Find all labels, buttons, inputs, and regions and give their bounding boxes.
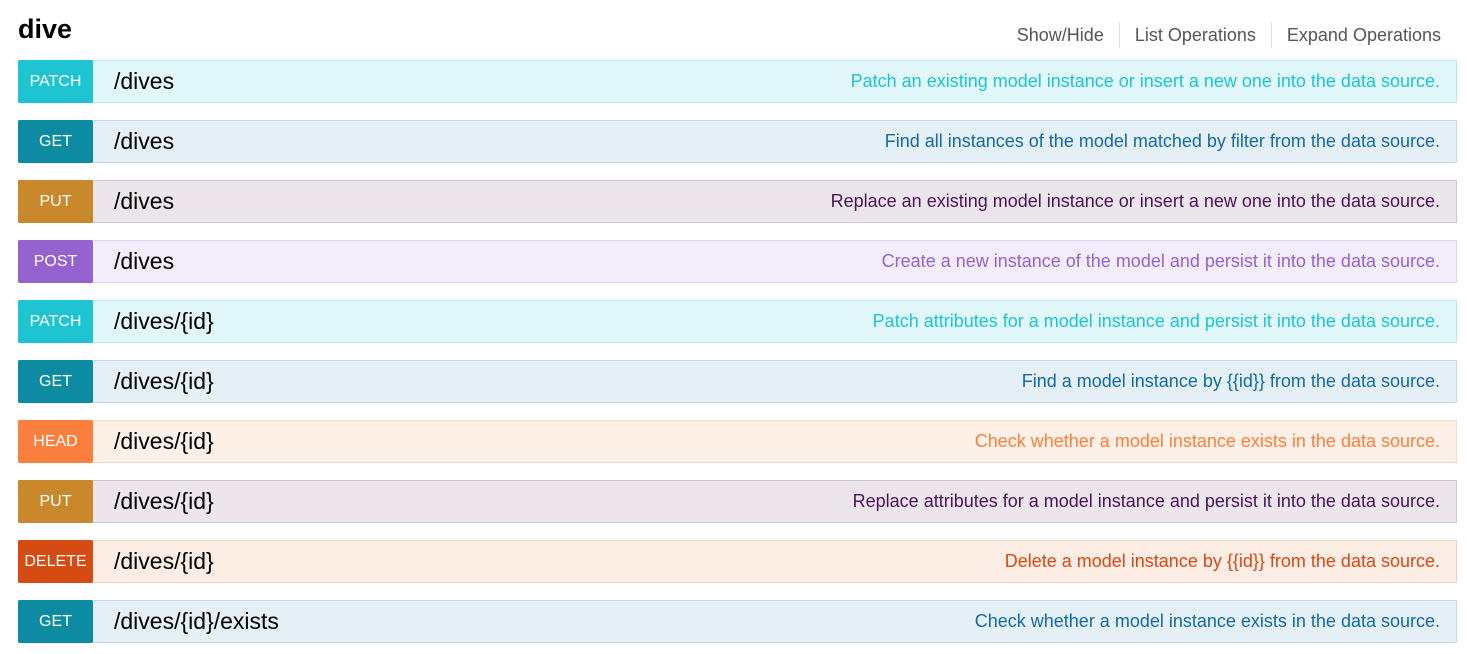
- resource-actions: Show/Hide List Operations Expand Operati…: [1002, 22, 1441, 48]
- operation-summary[interactable]: Find all instances of the model matched …: [885, 121, 1440, 162]
- method-badge-get[interactable]: GET: [18, 360, 93, 403]
- resource-section: dive Show/Hide List Operations Expand Op…: [0, 0, 1467, 654]
- operation-summary[interactable]: Check whether a model instance exists in…: [975, 601, 1440, 642]
- method-badge-patch[interactable]: PATCH: [18, 60, 93, 103]
- method-badge-patch[interactable]: PATCH: [18, 300, 93, 343]
- expand-operations-link[interactable]: Expand Operations: [1272, 22, 1441, 48]
- operation-path[interactable]: /dives/{id}: [114, 421, 214, 462]
- operation-path[interactable]: /dives/{id}: [114, 361, 214, 402]
- operation-summary[interactable]: Patch attributes for a model instance an…: [873, 301, 1440, 342]
- operation-summary[interactable]: Create a new instance of the model and p…: [882, 241, 1440, 282]
- operation-row-patch[interactable]: PATCH/dives/{id} Patch attributes for a m…: [18, 300, 1457, 343]
- show-hide-link[interactable]: Show/Hide: [1002, 22, 1119, 48]
- operation-path[interactable]: /dives/{id}: [114, 481, 214, 522]
- operation-row-post[interactable]: POST/dives Create a new instance of the m…: [18, 240, 1457, 283]
- operation-row-head[interactable]: HEAD/dives/{id} Check whether a model ins…: [18, 420, 1457, 463]
- operation-path[interactable]: /dives: [114, 121, 174, 162]
- method-badge-delete[interactable]: DELETE: [18, 540, 93, 583]
- operation-path[interactable]: /dives: [114, 181, 174, 222]
- operation-summary[interactable]: Check whether a model instance exists in…: [975, 421, 1440, 462]
- method-badge-put[interactable]: PUT: [18, 480, 93, 523]
- operation-summary[interactable]: Delete a model instance by {{id}} from t…: [1005, 541, 1440, 582]
- operation-row-put[interactable]: PUT/dives Replace an existing model insta…: [18, 180, 1457, 223]
- operation-summary[interactable]: Patch an existing model instance or inse…: [851, 61, 1440, 102]
- method-badge-head[interactable]: HEAD: [18, 420, 93, 463]
- operation-row-get[interactable]: GET/dives/{id}/exists Check whether a mod…: [18, 600, 1457, 643]
- operations-list: PATCH/dives Patch an existing model insta…: [18, 60, 1457, 654]
- operation-row-patch[interactable]: PATCH/dives Patch an existing model insta…: [18, 60, 1457, 103]
- method-badge-get[interactable]: GET: [18, 600, 93, 643]
- operation-path[interactable]: /dives/{id}: [114, 541, 214, 582]
- method-badge-post[interactable]: POST: [18, 240, 93, 283]
- method-badge-get[interactable]: GET: [18, 120, 93, 163]
- resource-header: dive Show/Hide List Operations Expand Op…: [0, 0, 1467, 60]
- operation-path[interactable]: /dives/{id}/exists: [114, 601, 279, 642]
- method-badge-put[interactable]: PUT: [18, 180, 93, 223]
- operation-path[interactable]: /dives: [114, 241, 174, 282]
- operation-summary[interactable]: Replace attributes for a model instance …: [853, 481, 1440, 522]
- operation-row-get[interactable]: GET/dives/{id} Find a model instance by {…: [18, 360, 1457, 403]
- list-operations-link[interactable]: List Operations: [1120, 22, 1271, 48]
- operation-row-put[interactable]: PUT/dives/{id} Replace attributes for a m…: [18, 480, 1457, 523]
- operation-summary[interactable]: Replace an existing model instance or in…: [831, 181, 1440, 222]
- operation-path[interactable]: /dives/{id}: [114, 301, 214, 342]
- resource-title[interactable]: dive: [18, 12, 72, 46]
- operation-row-delete[interactable]: DELETE/dives/{id} Delete a model instance…: [18, 540, 1457, 583]
- operation-path[interactable]: /dives: [114, 61, 174, 102]
- operation-summary[interactable]: Find a model instance by {{id}} from the…: [1022, 361, 1440, 402]
- operation-row-get[interactable]: GET/dives Find all instances of the model…: [18, 120, 1457, 163]
